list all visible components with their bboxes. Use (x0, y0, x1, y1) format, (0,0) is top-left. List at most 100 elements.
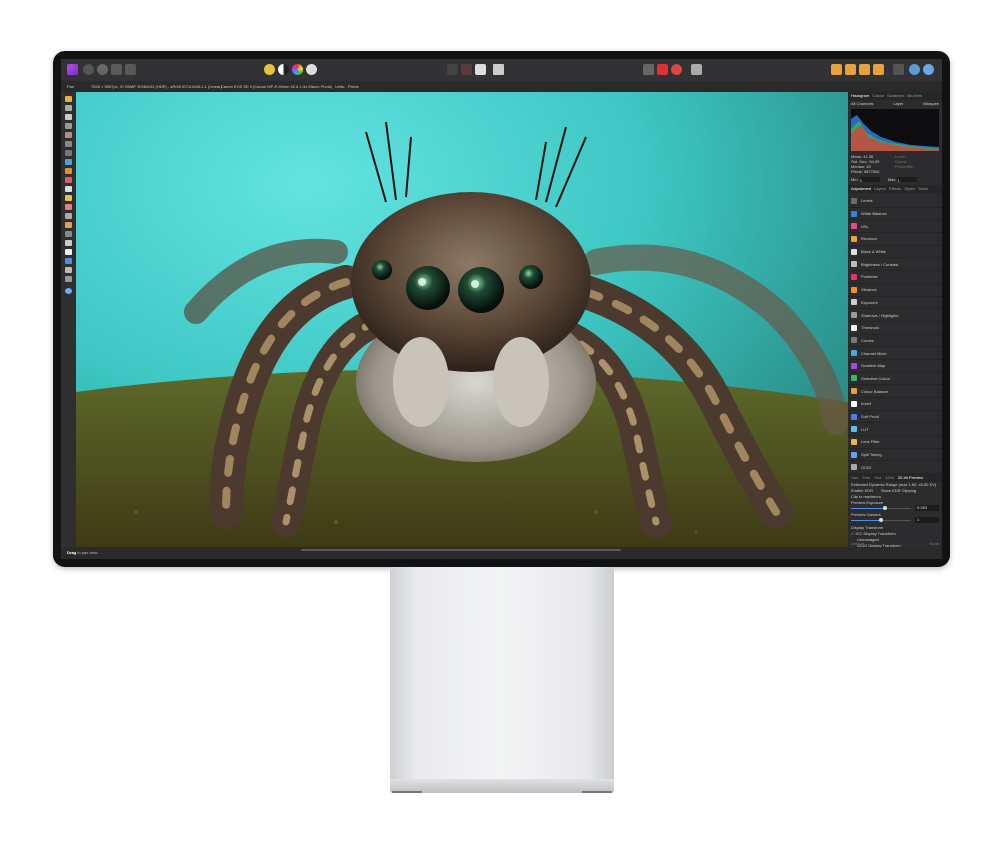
adjustment-item[interactable]: OCIO (848, 461, 942, 475)
tab-swatches[interactable]: Swatches (887, 92, 904, 100)
monitor-stand (390, 567, 614, 779)
smudge-tool-icon[interactable] (65, 222, 72, 228)
flood-select-icon[interactable] (65, 141, 72, 147)
preview-gamma-value[interactable]: 1 (915, 517, 939, 524)
colour-swatch-icon[interactable] (65, 288, 72, 294)
adjustment-item[interactable]: Soft Proof (848, 411, 942, 424)
tab-32bit-preview[interactable]: 32-bit Preview (898, 474, 923, 482)
tab-colour[interactable]: Colour (872, 92, 884, 100)
channel-select[interactable]: All Channels (851, 100, 873, 108)
tab-hist[interactable]: Hist (874, 474, 881, 482)
selection-brush-icon[interactable] (65, 132, 72, 138)
horizontal-scrollbar[interactable] (301, 549, 621, 551)
adjustment-item[interactable]: Posterise (848, 271, 942, 284)
fill-tool-icon[interactable] (65, 159, 72, 165)
node-tool-icon[interactable] (65, 249, 72, 255)
zoom-tool-icon[interactable] (65, 276, 72, 282)
blur-tool-icon[interactable] (65, 213, 72, 219)
dodge-tool-icon[interactable] (65, 186, 72, 192)
tab-brushes[interactable]: Brushes (907, 92, 922, 100)
colour-picker-icon[interactable] (671, 64, 682, 75)
share-icon[interactable] (923, 64, 934, 75)
auto-levels-icon[interactable] (264, 64, 275, 75)
layer-option[interactable]: Layer (893, 100, 903, 108)
adjustment-item[interactable]: LUT (848, 423, 942, 437)
adjustment-item[interactable]: Invert (848, 398, 942, 411)
preview-gamma-slider[interactable]: 1 (851, 517, 939, 524)
preview-exposure-value[interactable]: 0.283 (915, 505, 939, 512)
text-tool-icon[interactable] (65, 267, 72, 273)
develop-persona-icon[interactable] (83, 64, 94, 75)
auto-white-balance-icon[interactable] (306, 64, 317, 75)
tab-32bit[interactable]: 32bit (885, 474, 894, 482)
paint-brush-icon[interactable] (65, 168, 72, 174)
ocio-view-select[interactable]: None (929, 540, 939, 547)
mask-toggle-icon[interactable] (475, 64, 486, 75)
tab-adjustment[interactable]: Adjustment (851, 185, 871, 193)
arrange-icon[interactable] (859, 64, 870, 75)
auto-contrast-icon[interactable] (278, 64, 289, 75)
adjustment-item[interactable]: Threshold (848, 322, 942, 335)
quick-mask-icon[interactable] (461, 64, 472, 75)
adjustment-item[interactable]: Brightness / Contrast (848, 258, 942, 272)
adjustment-item[interactable]: Levels (848, 195, 942, 208)
persona-studio-icon[interactable] (909, 64, 920, 75)
adjustment-item[interactable]: Colour Balance (848, 385, 942, 398)
adjustment-icon (851, 223, 857, 230)
liquify-persona-icon[interactable] (97, 64, 108, 75)
tab-stock[interactable]: Stock (918, 185, 928, 193)
crop-tool-icon[interactable] (65, 123, 72, 129)
adjustment-item[interactable]: Vibrance (848, 284, 942, 297)
pen-tool-icon[interactable] (65, 240, 72, 246)
mesh-warp-icon[interactable] (65, 231, 72, 237)
adjustment-item[interactable]: Curves (848, 335, 942, 348)
order-back-icon[interactable] (831, 64, 842, 75)
adjustment-item[interactable]: Black & White (848, 246, 942, 259)
tab-nav[interactable]: Nav (851, 474, 858, 482)
adjustment-item[interactable]: Selective Colour (848, 373, 942, 386)
affinity-photo-logo-icon[interactable] (67, 64, 78, 75)
order-forward-icon[interactable] (845, 64, 856, 75)
clone-tool-icon[interactable] (65, 195, 72, 201)
tone-mapping-persona-icon[interactable] (111, 64, 122, 75)
align-icon[interactable] (873, 64, 884, 75)
adjustment-item[interactable]: Lens Filter (848, 436, 942, 449)
export-persona-icon[interactable] (125, 64, 136, 75)
adjustment-item[interactable]: HSL (848, 220, 942, 234)
show-edr-clipping-checkbox[interactable]: Show EDR Clipping (881, 488, 916, 494)
marquee-option[interactable]: Marquee (923, 100, 939, 108)
selection-subtract-icon[interactable] (657, 64, 668, 75)
tab-histogram[interactable]: Histogram (851, 92, 869, 100)
view-tool-icon[interactable] (65, 96, 72, 102)
colour-picker-tool-icon[interactable] (65, 114, 72, 120)
adjustment-label: LUT (861, 426, 869, 432)
auto-colours-icon[interactable] (292, 64, 303, 75)
move-tool-icon[interactable] (65, 105, 72, 111)
tab-layers[interactable]: Layers (874, 185, 886, 193)
tab-effects[interactable]: Effects (889, 185, 901, 193)
adjustment-item[interactable]: Channel Mixer (848, 347, 942, 360)
insert-icon[interactable] (691, 64, 702, 75)
adjustment-item[interactable]: Exposure (848, 297, 942, 310)
ocio-device-select[interactable]: Default (851, 540, 864, 547)
adjustment-item[interactable]: Gradient Map (848, 360, 942, 373)
adjustment-item[interactable]: Split Toning (848, 449, 942, 462)
shape-tool-icon[interactable] (65, 258, 72, 264)
tab-transform[interactable]: Trfm (862, 474, 870, 482)
assistant-icon[interactable] (893, 64, 904, 75)
erase-brush-icon[interactable] (65, 177, 72, 183)
units-select[interactable]: Pixels (348, 81, 359, 92)
healing-tool-icon[interactable] (65, 204, 72, 210)
preview-exposure-slider[interactable]: 0.283 (851, 505, 939, 512)
marquee-tool-icon[interactable] (65, 150, 72, 156)
tab-styles[interactable]: Styles (904, 185, 915, 193)
adjustment-item[interactable]: Recolour (848, 233, 942, 246)
adjustment-item[interactable]: White Balance (848, 208, 942, 221)
min-field[interactable]: 0 (859, 177, 880, 183)
adjustment-item[interactable]: Shadows / Highlights (848, 309, 942, 322)
document-canvas[interactable] (76, 92, 848, 547)
selection-add-icon[interactable] (643, 64, 654, 75)
view-mode-icon[interactable] (447, 64, 458, 75)
max-field[interactable]: 1 (897, 177, 918, 183)
snapping-icon[interactable] (493, 64, 504, 75)
